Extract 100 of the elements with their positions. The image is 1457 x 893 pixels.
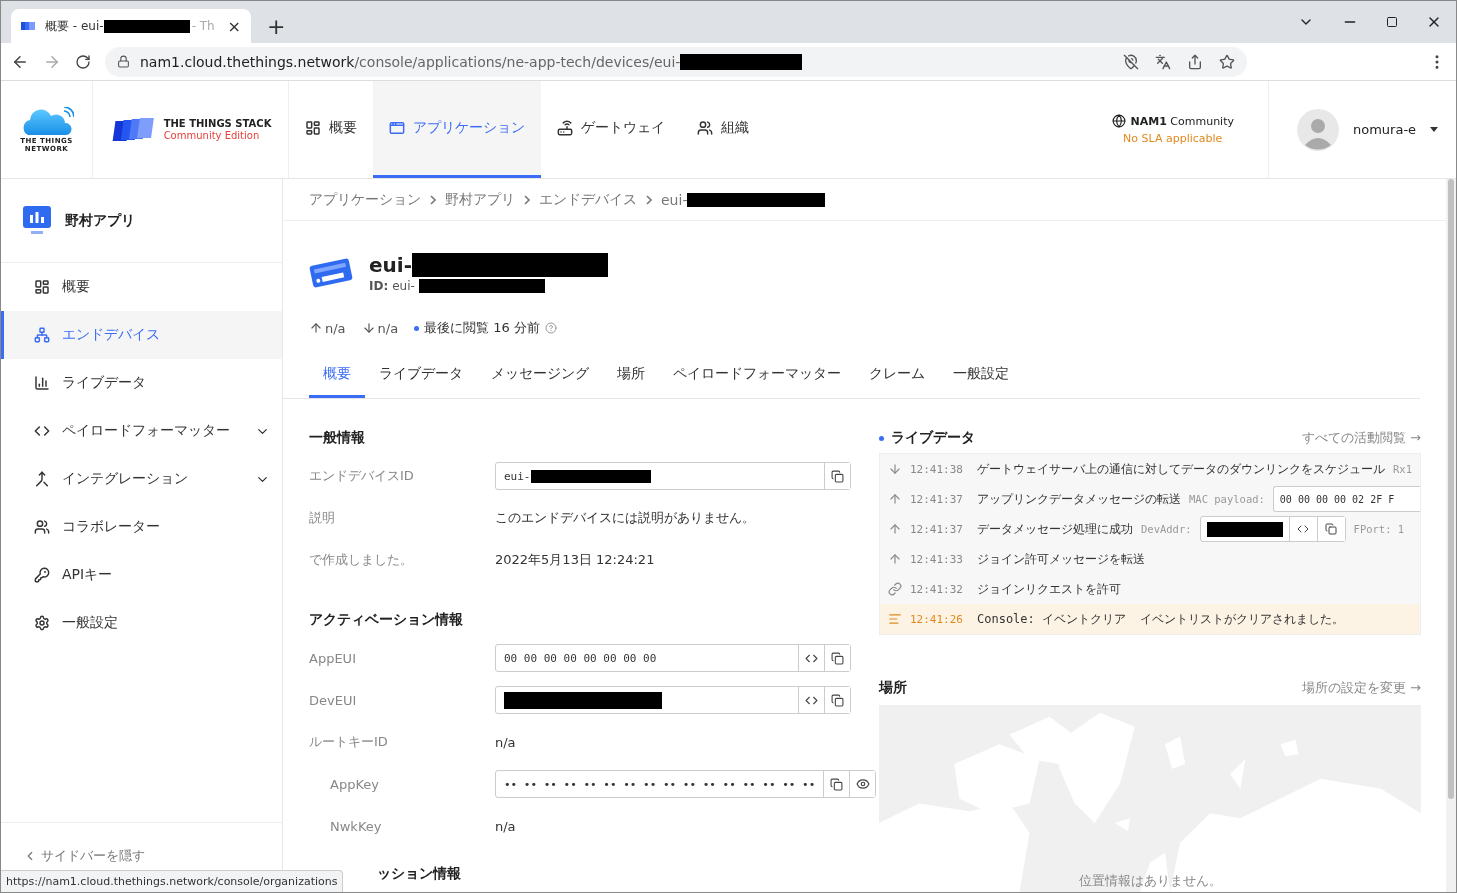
- event-message: データメッセージ処理に成功: [977, 520, 1133, 538]
- tab[interactable]: ライブデータ: [365, 357, 477, 398]
- settings-icon: [34, 615, 50, 631]
- hide-sidebar-button[interactable]: サイドバーを隠す: [23, 847, 145, 865]
- copy-icon: [831, 693, 844, 707]
- sidebar-item[interactable]: 概要: [1, 263, 282, 311]
- view-all-link[interactable]: すべての活動閲覧 →: [1301, 429, 1421, 447]
- value-field[interactable]: [495, 686, 851, 714]
- tab[interactable]: クレーム: [855, 357, 939, 398]
- event-time: 12:41:32: [910, 582, 963, 596]
- sidebar-item[interactable]: エンドデバイス: [1, 311, 282, 359]
- copy-icon: [831, 469, 844, 483]
- translate-icon[interactable]: [1155, 53, 1171, 70]
- nav-tab[interactable]: アプリケーション: [373, 81, 541, 178]
- field-label: NwkKey: [329, 818, 383, 834]
- field-label: エンドデバイスID: [309, 467, 415, 485]
- field-label: DevEUI: [309, 692, 358, 708]
- status-dot: [879, 435, 884, 441]
- field-value: n/a: [495, 818, 517, 834]
- sidebar-item[interactable]: ペイロードフォーマッター: [1, 407, 282, 455]
- chevron-right-icon: [523, 194, 531, 205]
- field-value: 2022年5月13日 12:24:21: [495, 551, 656, 569]
- value-field[interactable]: 00 00 00 00 00 00 00 00: [495, 644, 851, 672]
- event-detail-label: FPort: 1: [1353, 523, 1405, 535]
- event-message: アップリンクデータメッセージの転送: [977, 490, 1181, 508]
- url-text: nam1.cloud.thethings.network/console/applications/ne-app-tech/devices/eui-: [140, 53, 803, 70]
- people-icon: [34, 519, 50, 535]
- router-icon: [557, 120, 573, 136]
- value-field[interactable]: eui-: [495, 462, 851, 490]
- nav-tab[interactable]: ゲートウェイ: [541, 81, 681, 178]
- location-blocked-icon[interactable]: [1123, 53, 1139, 70]
- new-tab-button[interactable]: +: [267, 14, 286, 39]
- copy-icon: [831, 651, 844, 665]
- window-icon: [389, 120, 405, 136]
- application-icon: [23, 205, 51, 236]
- reload-icon[interactable]: [75, 53, 91, 70]
- event-row[interactable]: 12:41:37 アップリンクデータメッセージの転送 MAC payload: 00 00 00 00 02 2F F: [880, 484, 1420, 514]
- event-message: ゲートウェイサーバ上の通信に対してデータのダウンリンクをスケジュール: [977, 460, 1385, 478]
- event-row[interactable]: 12:41:33 ジョイン許可メッセージを転送: [880, 544, 1420, 574]
- tab[interactable]: 一般設定: [939, 357, 1023, 398]
- address-field[interactable]: [1199, 516, 1346, 542]
- breadcrumb-link[interactable]: 野村アプリ: [445, 190, 515, 209]
- event-row[interactable]: 12:41:32 ジョインリクエストを許可: [880, 574, 1420, 604]
- chevron-right-icon: [429, 194, 437, 205]
- status-url: https://nam1.cloud.thethings.network/console/organizations: [1, 870, 344, 892]
- sidebar-item[interactable]: APIキー: [1, 551, 282, 599]
- event-time: 12:41:37: [910, 492, 963, 506]
- globe-icon: [1111, 114, 1126, 128]
- avatar-icon: [1297, 108, 1339, 151]
- show-button[interactable]: [849, 771, 876, 797]
- section-title: アクティベーション情報: [309, 611, 464, 629]
- nav-tab[interactable]: 概要: [289, 81, 373, 178]
- copy-icon: [830, 777, 844, 791]
- event-row[interactable]: 12:41:37 データメッセージ処理に成功 DevAddr: FPort: 1: [880, 514, 1420, 544]
- copy-icon: [1325, 523, 1338, 535]
- section-title: ライブデータ: [891, 429, 975, 447]
- share-icon[interactable]: [1187, 53, 1203, 70]
- change-location-link[interactable]: 場所の設定を変更 →: [1301, 679, 1421, 697]
- tab[interactable]: メッセージング: [477, 357, 603, 398]
- maximize-icon[interactable]: [1386, 16, 1398, 28]
- sidebar-item[interactable]: ライブデータ: [1, 359, 282, 407]
- copy-button[interactable]: [824, 687, 850, 713]
- event-message: ジョインリクエストを許可: [977, 580, 1121, 598]
- scrollbar[interactable]: [1446, 179, 1456, 892]
- address-bar[interactable]: nam1.cloud.thethings.network/console/applications/ne-app-tech/devices/eui-: [105, 46, 1247, 77]
- event-detail-label: DevAddr:: [1141, 523, 1192, 535]
- field-label: ルートキーID: [309, 733, 389, 751]
- sidebar-item[interactable]: コラボレーター: [1, 503, 282, 551]
- user-name[interactable]: nomura-e: [1353, 122, 1417, 137]
- sidebar-item[interactable]: 一般設定: [1, 599, 282, 647]
- breadcrumb-link[interactable]: エンドデバイス: [539, 190, 637, 209]
- tab[interactable]: 概要: [309, 357, 365, 398]
- bar-chart-icon: [34, 375, 50, 391]
- copy-button[interactable]: [824, 645, 850, 671]
- value-field[interactable]: •• •• •• •• •• •• •• •• •• •• •• •• •• •• •• ••: [495, 770, 877, 798]
- caret-icon[interactable]: [1430, 127, 1439, 132]
- tab[interactable]: ペイロードフォーマッター: [659, 357, 855, 398]
- event-row[interactable]: 12:41:38 ゲートウェイサーバ上の通信に対してデータのダウンリンクをスケジュール Rx1: [880, 454, 1420, 484]
- sidebar-item[interactable]: インテグレーション: [1, 455, 282, 503]
- field-label: で作成しました。: [309, 551, 414, 569]
- uplink-count: n/a: [325, 320, 346, 336]
- browser-tab[interactable]: 概要 - eui- - Th ×: [11, 9, 251, 43]
- payload-field[interactable]: 00 00 00 00 02 2F F: [1272, 486, 1420, 512]
- field-value: n/a: [495, 734, 517, 750]
- device-id: ID: eui-: [369, 279, 608, 293]
- copy-button[interactable]: [824, 463, 850, 489]
- last-seen-text: 最後に閲覧 16 分前: [424, 319, 540, 337]
- nav-tab[interactable]: 組織: [681, 81, 765, 178]
- tab-title: 概要 - eui- - Th: [45, 17, 216, 35]
- stack-logo[interactable]: THE THINGS STACK Community Edition: [93, 81, 289, 178]
- field-value: このエンドデバイスには説明がありません。: [495, 509, 756, 527]
- link-icon: [888, 582, 902, 596]
- tab-close-button[interactable]: ×: [227, 16, 241, 36]
- event-message: ジョイン許可メッセージを転送: [977, 550, 1145, 568]
- breadcrumb-link[interactable]: eui-: [661, 191, 826, 208]
- star-icon[interactable]: [1219, 53, 1235, 70]
- breadcrumb-link[interactable]: アプリケーション: [309, 190, 421, 209]
- event-detail-label: Rx1: [1393, 463, 1412, 475]
- tab[interactable]: 場所: [603, 357, 659, 398]
- dashboard-icon: [305, 120, 321, 136]
